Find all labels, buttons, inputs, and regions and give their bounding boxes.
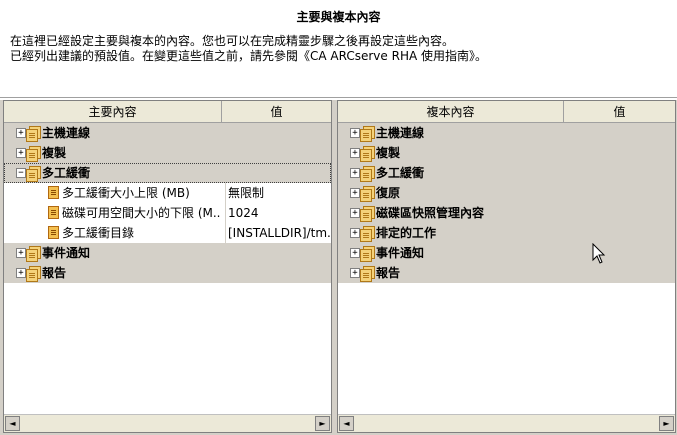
- expand-icon[interactable]: +: [16, 128, 26, 138]
- tree-group-label: 主機連線: [376, 126, 425, 140]
- expand-icon[interactable]: +: [350, 268, 360, 278]
- description-line-1: 在這裡已經設定主要與複本的內容。您也可以在完成精靈步驟之後再設定這些內容。: [10, 34, 455, 48]
- master-properties-pane[interactable]: 主要內容 值 + 主機連線 + 複製 − 多工緩衝 多工緩衝大小上限 (MB) …: [3, 100, 332, 433]
- scroll-left-icon[interactable]: ◄: [339, 416, 354, 431]
- replica-properties-pane[interactable]: 複本內容 值 + 主機連線 + 複製 + 多工緩衝 + 復原 + 磁碟區快照管理…: [337, 100, 676, 433]
- expand-icon[interactable]: +: [16, 248, 26, 258]
- scroll-right-icon[interactable]: ►: [315, 416, 330, 431]
- property-group-icon: [26, 246, 41, 262]
- property-icon: [48, 206, 59, 219]
- mouse-cursor-icon: [592, 243, 606, 264]
- property-group-icon: [360, 206, 375, 222]
- expand-icon[interactable]: +: [16, 148, 26, 158]
- property-group-icon: [360, 246, 375, 262]
- expand-icon[interactable]: +: [350, 168, 360, 178]
- property-row-min-disk-free[interactable]: 磁碟可用空間大小的下限 (M... 1024: [4, 203, 331, 223]
- description: 在這裡已經設定主要與複本的內容。您也可以在完成精靈步驟之後再設定這些內容。 已經…: [10, 34, 487, 64]
- property-label: 多工緩衝目錄: [62, 226, 135, 240]
- tree-group-label: 報告: [376, 266, 401, 280]
- tree-group-label: 多工緩衝: [376, 166, 425, 180]
- property-group-icon: [360, 166, 375, 182]
- tree-group-recovery[interactable]: + 復原: [338, 183, 675, 203]
- expand-icon[interactable]: +: [16, 268, 26, 278]
- tree-group-spool[interactable]: − 多工緩衝: [4, 163, 331, 183]
- property-group-icon: [26, 126, 41, 142]
- tree-group-label: 報告: [42, 266, 67, 280]
- expand-icon[interactable]: +: [350, 148, 360, 158]
- tree-group-label: 復原: [376, 186, 401, 200]
- master-property-column-header[interactable]: 主要內容: [4, 101, 222, 123]
- tree-group-host-connection[interactable]: + 主機連線: [338, 123, 675, 143]
- horizontal-scrollbar[interactable]: ◄ ►: [338, 414, 675, 432]
- property-icon: [48, 186, 59, 199]
- property-label: 磁碟可用空間大小的下限 (M...: [62, 206, 220, 220]
- tree-group-volume-snapshot[interactable]: + 磁碟區快照管理內容: [338, 203, 675, 223]
- property-value[interactable]: [INSTALLDIR]/tm...: [225, 223, 331, 243]
- page-title: 主要與複本內容: [296, 10, 381, 24]
- property-group-icon: [360, 126, 375, 142]
- tree-group-label: 複製: [376, 146, 401, 160]
- tree-group-label: 主機連線: [42, 126, 91, 140]
- property-value[interactable]: 無限制: [225, 183, 331, 203]
- property-group-icon: [360, 226, 375, 242]
- property-group-icon: [360, 266, 375, 282]
- tree-group-label: 多工緩衝: [42, 166, 91, 180]
- property-group-icon: [26, 146, 41, 162]
- property-group-icon: [360, 186, 375, 202]
- expand-icon[interactable]: +: [350, 228, 360, 238]
- master-value-column-header[interactable]: 值: [222, 101, 331, 123]
- property-row-spool-directory[interactable]: 多工緩衝目錄 [INSTALLDIR]/tm...: [4, 223, 331, 243]
- property-group-icon: [26, 266, 41, 282]
- scroll-right-icon[interactable]: ►: [659, 416, 674, 431]
- tree-group-label: 複製: [42, 146, 67, 160]
- expand-icon[interactable]: +: [350, 208, 360, 218]
- tree-group-event-notification[interactable]: + 事件通知: [338, 243, 675, 263]
- replica-value-column-header[interactable]: 值: [564, 101, 675, 123]
- tree-group-label: 事件通知: [42, 246, 91, 260]
- replica-property-column-header[interactable]: 複本內容: [338, 101, 564, 123]
- expand-icon[interactable]: +: [350, 188, 360, 198]
- property-group-icon: [360, 146, 375, 162]
- scroll-left-icon[interactable]: ◄: [5, 416, 20, 431]
- tree-group-reports[interactable]: + 報告: [4, 263, 331, 283]
- tree-group-host-connection[interactable]: + 主機連線: [4, 123, 331, 143]
- collapse-icon[interactable]: −: [16, 168, 26, 178]
- tree-group-label: 磁碟區快照管理內容: [376, 206, 485, 220]
- tree-group-replication[interactable]: + 複製: [338, 143, 675, 163]
- property-label: 多工緩衝大小上限 (MB): [62, 186, 190, 200]
- tree-group-reports[interactable]: + 報告: [338, 263, 675, 283]
- property-value[interactable]: 1024: [225, 203, 331, 223]
- tree-group-replication[interactable]: + 複製: [4, 143, 331, 163]
- tree-group-label: 事件通知: [376, 246, 425, 260]
- tree-group-scheduled-tasks[interactable]: + 排定的工作: [338, 223, 675, 243]
- property-icon: [48, 226, 59, 239]
- property-group-icon: [26, 166, 41, 182]
- horizontal-scrollbar[interactable]: ◄ ►: [4, 414, 331, 432]
- property-row-spool-max-size[interactable]: 多工緩衝大小上限 (MB) 無限制: [4, 183, 331, 203]
- expand-icon[interactable]: +: [350, 128, 360, 138]
- description-line-2: 已經列出建議的預設值。在變更這些值之前，請先參閱《CA ARCserve RHA…: [10, 49, 487, 63]
- tree-group-event-notification[interactable]: + 事件通知: [4, 243, 331, 263]
- expand-icon[interactable]: +: [350, 248, 360, 258]
- header-panel: 主要與複本內容 在這裡已經設定主要與複本的內容。您也可以在完成精靈步驟之後再設定…: [0, 0, 677, 97]
- tree-group-spool[interactable]: + 多工緩衝: [338, 163, 675, 183]
- tree-group-label: 排定的工作: [376, 226, 437, 240]
